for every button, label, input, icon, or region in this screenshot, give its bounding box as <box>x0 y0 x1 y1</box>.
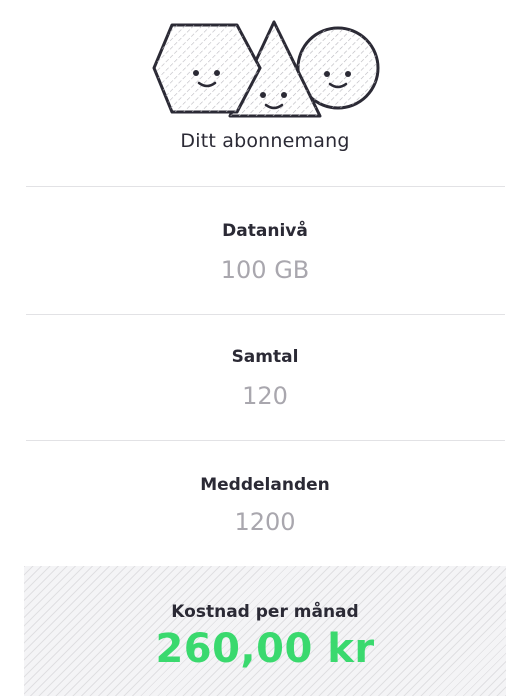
calls-value: 120 <box>242 382 288 410</box>
messages-value: 1200 <box>234 508 296 536</box>
calls-label: Samtal <box>231 347 299 367</box>
page-title: Ditt abonnemang <box>180 130 350 152</box>
three-faces-logo-icon <box>152 20 380 118</box>
data-level-label: Datanivå <box>222 221 308 241</box>
monthly-cost-label: Kostnad per månad <box>171 602 359 622</box>
monthly-cost-panel: Kostnad per månad 260,00 kr <box>24 566 506 696</box>
data-level-value: 100 GB <box>220 256 310 284</box>
divider <box>26 186 505 187</box>
divider <box>26 314 505 315</box>
monthly-cost-value: 260,00 kr <box>155 626 375 672</box>
divider <box>26 440 505 441</box>
messages-label: Meddelanden <box>200 475 330 495</box>
